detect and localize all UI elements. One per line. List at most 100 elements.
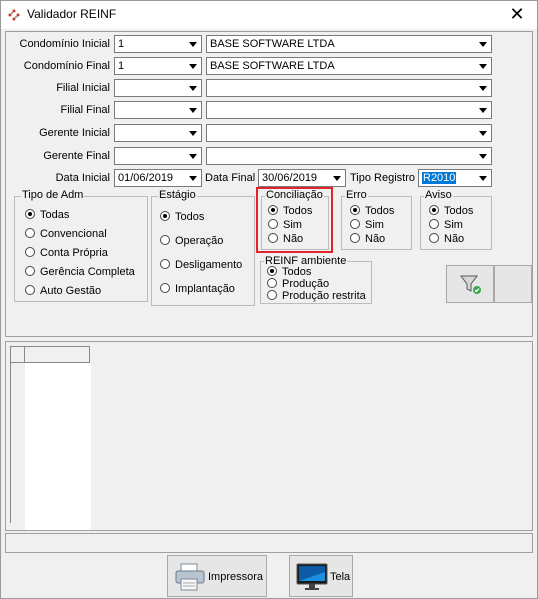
radio-aviso-todos[interactable]: Todos — [429, 205, 473, 217]
radio-reinf-todos[interactable]: Todos — [267, 266, 311, 278]
radio-dot[interactable] — [25, 228, 35, 238]
chevron-down-icon[interactable] — [185, 36, 201, 52]
radio-dot[interactable] — [160, 259, 170, 269]
radio-erro-todos[interactable]: Todos — [350, 205, 394, 217]
radio-auto-gestao[interactable]: Auto Gestão — [25, 285, 101, 297]
radio-dot[interactable] — [160, 283, 170, 293]
radio-estagio-todos[interactable]: Todos — [160, 211, 204, 223]
reinf-ambiente-group: REINF ambiente Todos Produção Produção r… — [260, 255, 372, 304]
filial-inicial-code-combo[interactable] — [114, 79, 202, 97]
radio-aviso-nao[interactable]: Não — [429, 233, 464, 245]
radio-dot[interactable] — [268, 205, 278, 215]
radio-dot[interactable] — [350, 205, 360, 215]
close-button[interactable]: ✕ — [497, 1, 537, 29]
aviso-title: Aviso — [424, 189, 453, 201]
radio-dot[interactable] — [160, 211, 170, 221]
radio-operacao[interactable]: Operação — [160, 235, 223, 247]
radio-label: Todos — [444, 205, 474, 217]
radio-dot[interactable] — [429, 233, 439, 243]
data-inicial-picker[interactable]: 01/06/2019 — [114, 169, 202, 187]
radio-dot[interactable] — [160, 235, 170, 245]
condominio-final-code-combo[interactable]: 1 — [114, 57, 202, 75]
radio-implantacao[interactable]: Implantação — [160, 283, 235, 295]
radio-convencional[interactable]: Convencional — [25, 228, 107, 240]
window-title: Validador REINF — [27, 7, 117, 21]
chevron-down-icon[interactable] — [185, 170, 201, 186]
grid-column — [25, 363, 91, 530]
filial-inicial-name-combo[interactable] — [206, 79, 492, 97]
radio-conciliacao-todos[interactable]: Todos — [268, 205, 312, 217]
radio-todas[interactable]: Todas — [25, 209, 69, 221]
condominio-final-name-combo[interactable]: BASE SOFTWARE LTDA — [206, 57, 492, 75]
data-final-picker[interactable]: 30/06/2019 — [258, 169, 346, 187]
combo-value: 1 — [118, 38, 125, 50]
chevron-down-icon[interactable] — [185, 102, 201, 118]
data-final-label: Data Final — [205, 172, 256, 184]
chevron-down-icon[interactable] — [475, 80, 491, 96]
chevron-down-icon[interactable] — [185, 80, 201, 96]
radio-conciliacao-sim[interactable]: Sim — [268, 219, 302, 231]
gerente-final-code-combo[interactable] — [114, 147, 202, 165]
radio-dot[interactable] — [25, 247, 35, 257]
radio-reinf-producao-restrita[interactable]: Produção restrita — [267, 290, 366, 302]
radio-dot[interactable] — [268, 233, 278, 243]
impressora-button[interactable]: Impressora — [167, 555, 267, 597]
filial-final-code-combo[interactable] — [114, 101, 202, 119]
radio-conciliacao-nao[interactable]: Não — [268, 233, 303, 245]
radio-erro-sim[interactable]: Sim — [350, 219, 384, 231]
filter-panel: Condomínio Inicial 1 BASE SOFTWARE LTDA … — [5, 31, 533, 337]
radio-dot[interactable] — [25, 266, 35, 276]
radio-gerencia-completa[interactable]: Gerência Completa — [25, 266, 135, 278]
chevron-down-icon[interactable] — [185, 148, 201, 164]
tela-button[interactable]: Tela — [289, 555, 353, 597]
monitor-icon — [296, 563, 328, 590]
chevron-down-icon[interactable] — [475, 36, 491, 52]
radio-label: Produção restrita — [282, 290, 366, 302]
radio-reinf-producao[interactable]: Produção — [267, 278, 329, 290]
radio-label: Todos — [365, 205, 395, 217]
chevron-down-icon[interactable] — [475, 102, 491, 118]
gerente-final-name-combo[interactable] — [206, 147, 492, 165]
radio-dot[interactable] — [268, 219, 278, 229]
condominio-inicial-name-combo[interactable]: BASE SOFTWARE LTDA — [206, 35, 492, 53]
radio-dot[interactable] — [267, 290, 277, 300]
chevron-down-icon[interactable] — [475, 125, 491, 141]
radio-label: Auto Gestão — [40, 285, 102, 297]
radio-erro-nao[interactable]: Não — [350, 233, 385, 245]
radio-dot[interactable] — [25, 209, 35, 219]
aviso-group: Aviso Todos Sim Não — [420, 189, 492, 250]
radio-desligamento[interactable]: Desligamento — [160, 259, 242, 271]
radio-dot[interactable] — [267, 266, 277, 276]
radio-dot[interactable] — [267, 278, 277, 288]
validador-reinf-window: Validador REINF ✕ Condomínio Inicial 1 B… — [0, 0, 538, 599]
radio-dot[interactable] — [429, 219, 439, 229]
radio-label: Conta Própria — [40, 247, 108, 259]
chevron-down-icon[interactable] — [475, 148, 491, 164]
chevron-down-icon[interactable] — [185, 125, 201, 141]
radio-dot[interactable] — [350, 233, 360, 243]
chevron-down-icon[interactable] — [185, 58, 201, 74]
chevron-down-icon[interactable] — [329, 170, 345, 186]
radio-dot[interactable] — [429, 205, 439, 215]
filial-final-name-combo[interactable] — [206, 101, 492, 119]
conciliacao-title: Conciliação — [265, 189, 324, 201]
blank-button[interactable] — [494, 265, 532, 303]
chevron-down-icon[interactable] — [475, 170, 491, 186]
tipo-registro-combo[interactable]: R2010 — [418, 169, 492, 187]
estagio-group: Estágio Todos Operação Desligamento Impl… — [151, 189, 255, 306]
radio-aviso-sim[interactable]: Sim — [429, 219, 463, 231]
results-panel — [5, 341, 533, 531]
filter-button[interactable] — [446, 265, 494, 303]
printer-icon — [175, 563, 205, 591]
radio-conta-propria[interactable]: Conta Própria — [25, 247, 108, 259]
radio-label: Todos — [283, 205, 313, 217]
radio-label: Todos — [282, 266, 312, 278]
gerente-inicial-name-combo[interactable] — [206, 124, 492, 142]
chevron-down-icon[interactable] — [475, 58, 491, 74]
gerente-inicial-code-combo[interactable] — [114, 124, 202, 142]
condominio-inicial-code-combo[interactable]: 1 — [114, 35, 202, 53]
radio-label: Convencional — [40, 228, 107, 240]
radio-dot[interactable] — [350, 219, 360, 229]
radio-dot[interactable] — [25, 285, 35, 295]
results-grid[interactable] — [10, 346, 530, 530]
